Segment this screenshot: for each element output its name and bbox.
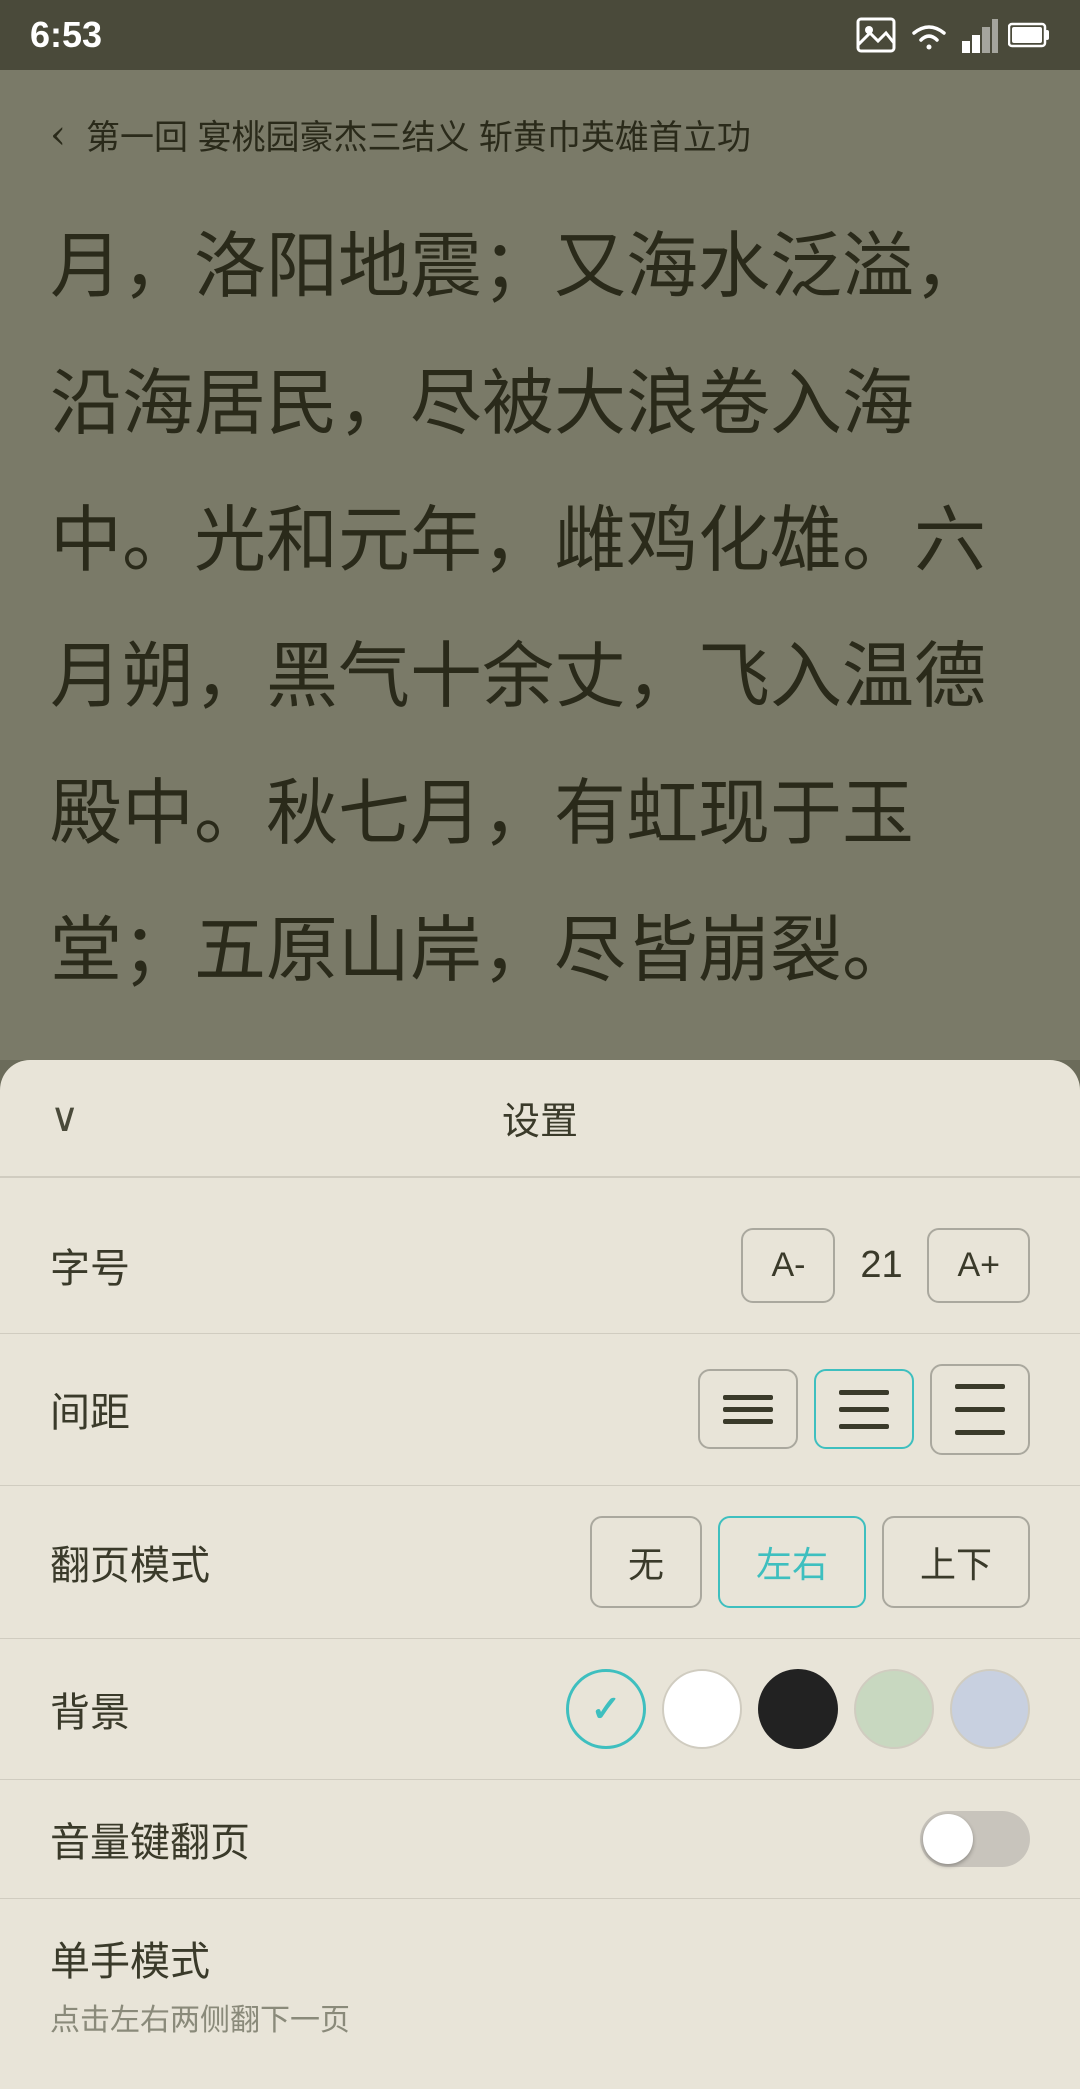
background-row: 背景 ✓ [0, 1639, 1080, 1780]
page-mode-controls: 无 左右 上下 [590, 1516, 1030, 1608]
bg-black-button[interactable] [758, 1669, 838, 1749]
spacing-controls [698, 1364, 1030, 1455]
single-hand-label-group: 单手模式 点击左右两侧翻下一页 [50, 1929, 350, 2039]
status-icons [856, 17, 1050, 53]
volume-flip-toggle[interactable] [920, 1811, 1030, 1867]
spacing-compact-icon [723, 1395, 773, 1424]
font-size-row: 字号 A- 21 A+ [0, 1198, 1080, 1334]
bg-warm-checkmark: ✓ [591, 1688, 621, 1730]
page-mode-updown-button[interactable]: 上下 [882, 1516, 1030, 1608]
status-bar: 6:53 [0, 0, 1080, 70]
bg-warm-button[interactable]: ✓ [566, 1669, 646, 1749]
page-mode-label: 翻页模式 [50, 1533, 210, 1591]
spacing-medium-button[interactable] [814, 1369, 914, 1449]
chapter-nav: ‹ 第一回 宴桃园豪杰三结义 斩黄巾英雄首立功 [50, 110, 1030, 159]
single-hand-row: 单手模式 点击左右两侧翻下一页 [0, 1899, 1080, 2069]
page-mode-none-button[interactable]: 无 [590, 1516, 702, 1608]
font-increase-button[interactable]: A+ [927, 1228, 1030, 1303]
font-size-value: 21 [851, 1244, 911, 1287]
settings-panel: ∨ 设置 字号 A- 21 A+ 间距 [0, 1060, 1080, 2089]
single-hand-sublabel: 点击左右两侧翻下一页 [50, 1995, 350, 2039]
chapter-title: 第一回 宴桃园豪杰三结义 斩黄巾英雄首立功 [86, 110, 751, 159]
bg-white-button[interactable] [662, 1669, 742, 1749]
battery-icon [1008, 20, 1050, 50]
bg-blue-button[interactable] [950, 1669, 1030, 1749]
settings-body: 字号 A- 21 A+ 间距 [0, 1178, 1080, 2089]
status-time: 6:53 [30, 14, 102, 56]
spacing-medium-icon [839, 1390, 889, 1429]
collapse-button[interactable]: ∨ [50, 1095, 79, 1141]
background-label: 背景 [50, 1680, 130, 1738]
page-mode-leftright-button[interactable]: 左右 [718, 1516, 866, 1608]
image-icon [856, 17, 896, 53]
reading-area: ‹ 第一回 宴桃园豪杰三结义 斩黄巾英雄首立功 月，洛阳地震；又海水泛溢，沿海居… [0, 70, 1080, 1060]
font-size-label: 字号 [50, 1236, 130, 1294]
font-decrease-button[interactable]: A- [741, 1228, 835, 1303]
back-button[interactable]: ‹ [50, 112, 66, 158]
spacing-row: 间距 [0, 1334, 1080, 1486]
font-size-controls: A- 21 A+ [741, 1228, 1030, 1303]
wifi-icon [906, 17, 952, 53]
reading-text: 月，洛阳地震；又海水泛溢，沿海居民，尽被大浪卷入海中。光和元年，雌鸡化雄。六月朔… [50, 199, 1030, 1020]
volume-flip-row: 音量键翻页 [0, 1780, 1080, 1899]
settings-header: ∨ 设置 [0, 1060, 1080, 1178]
bg-green-button[interactable] [854, 1669, 934, 1749]
volume-flip-label: 音量键翻页 [50, 1810, 250, 1868]
single-hand-label: 单手模式 [50, 1929, 350, 1987]
background-controls: ✓ [566, 1669, 1030, 1749]
signal-icon [962, 17, 998, 53]
spacing-compact-button[interactable] [698, 1369, 798, 1449]
spacing-label: 间距 [50, 1380, 130, 1438]
settings-title: 设置 [502, 1090, 578, 1145]
toggle-knob [923, 1814, 973, 1864]
spacing-loose-button[interactable] [930, 1364, 1030, 1455]
page-mode-row: 翻页模式 无 左右 上下 [0, 1486, 1080, 1639]
spacing-loose-icon [955, 1384, 1005, 1435]
